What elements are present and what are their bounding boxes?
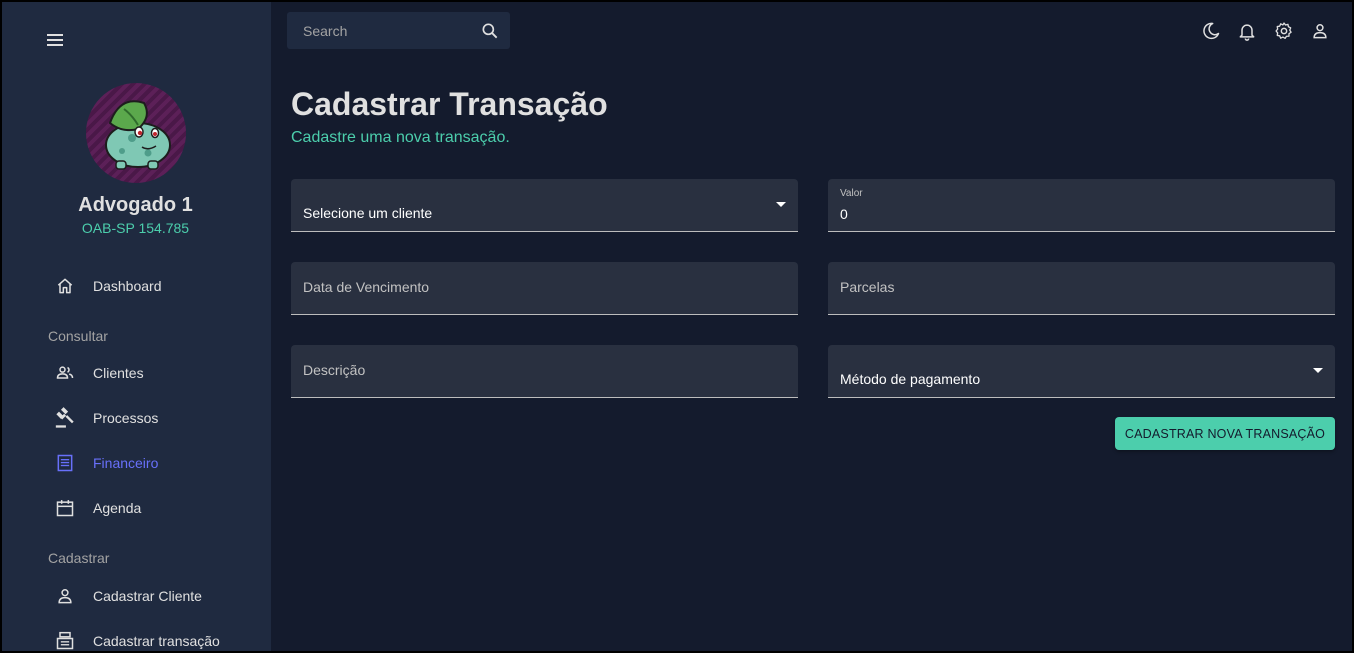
cliente-select[interactable]: Selecione um cliente bbox=[291, 179, 798, 232]
sidebar-item-label: Dashboard bbox=[93, 278, 162, 294]
data-vencimento-label: Data de Vencimento bbox=[303, 279, 430, 295]
cliente-select-placeholder: Selecione um cliente bbox=[303, 205, 433, 221]
account-button[interactable] bbox=[1309, 20, 1331, 42]
settings-button[interactable] bbox=[1273, 20, 1295, 42]
calendar-icon bbox=[54, 497, 76, 519]
sidebar-item-label: Cadastrar Cliente bbox=[93, 588, 202, 604]
parcelas-label: Parcelas bbox=[840, 279, 895, 295]
gavel-icon bbox=[54, 407, 76, 429]
sidebar-item-label: Cadastrar transação bbox=[93, 633, 220, 649]
parcelas-field[interactable]: Parcelas bbox=[828, 262, 1335, 315]
receipt-icon bbox=[54, 452, 76, 474]
sidebar-item-processos[interactable]: Processos bbox=[0, 398, 271, 438]
sidebar-item-agenda[interactable]: Agenda bbox=[0, 488, 271, 528]
chevron-down-icon bbox=[776, 202, 786, 207]
valor-field[interactable]: Valor 0 bbox=[828, 179, 1335, 232]
valor-label: Valor bbox=[840, 188, 863, 199]
search-box bbox=[287, 12, 510, 49]
menu-toggle-button[interactable] bbox=[44, 30, 66, 50]
account-icon bbox=[1313, 24, 1327, 39]
descricao-label: Descrição bbox=[303, 362, 366, 378]
chevron-down-icon bbox=[1313, 368, 1323, 373]
data-vencimento-field[interactable]: Data de Vencimento bbox=[291, 262, 798, 315]
metodo-pagamento-select[interactable]: Método de pagamento bbox=[828, 345, 1335, 398]
profile-oab: OAB-SP 154.785 bbox=[81, 220, 190, 236]
hamburger-icon bbox=[47, 34, 63, 46]
home-icon bbox=[54, 275, 76, 297]
section-title-cadastrar: Cadastrar bbox=[48, 550, 110, 566]
search-icon bbox=[482, 23, 498, 39]
page-title: Cadastrar Transação bbox=[291, 86, 608, 122]
settings-icon bbox=[1275, 22, 1292, 39]
sidebar-item-cadastrar-transacao[interactable]: Cadastrar transação bbox=[0, 621, 271, 653]
page-subtitle: Cadastre uma nova transação. bbox=[291, 129, 510, 146]
notifications-button[interactable] bbox=[1236, 20, 1258, 42]
search-button[interactable] bbox=[480, 21, 500, 41]
cadastrar-transacao-button[interactable]: CADASTRAR NOVA TRANSAÇÃO bbox=[1115, 417, 1335, 450]
valor-value: 0 bbox=[840, 206, 848, 222]
search-input[interactable] bbox=[287, 12, 472, 49]
dark-mode-toggle[interactable] bbox=[1200, 20, 1222, 42]
sidebar-item-label: Agenda bbox=[93, 500, 142, 516]
sidebar-item-label: Financeiro bbox=[93, 455, 159, 471]
metodo-pagamento-placeholder: Método de pagamento bbox=[840, 371, 981, 387]
sidebar-item-financeiro[interactable]: Financeiro bbox=[0, 443, 271, 483]
person-icon bbox=[54, 585, 76, 607]
sidebar-item-dashboard[interactable]: Dashboard bbox=[0, 266, 271, 306]
sidebar-item-label: Processos bbox=[93, 410, 159, 426]
people-icon bbox=[54, 362, 76, 384]
avatar bbox=[86, 83, 186, 183]
notifications-icon bbox=[1239, 24, 1255, 41]
sidebar-item-label: Clientes bbox=[93, 365, 144, 381]
sidebar-item-clientes[interactable]: Clientes bbox=[0, 353, 271, 393]
profile-name: Advogado 1 bbox=[78, 194, 193, 216]
sidebar: Advogado 1 OAB-SP 154.785 Dashboard Cons… bbox=[0, 0, 271, 653]
sidebar-item-cadastrar-cliente[interactable]: Cadastrar Cliente bbox=[0, 576, 271, 616]
descricao-field[interactable]: Descrição bbox=[291, 345, 798, 398]
dark-mode-icon bbox=[1203, 22, 1220, 40]
register-icon bbox=[54, 630, 76, 652]
section-title-consultar: Consultar bbox=[48, 328, 108, 344]
